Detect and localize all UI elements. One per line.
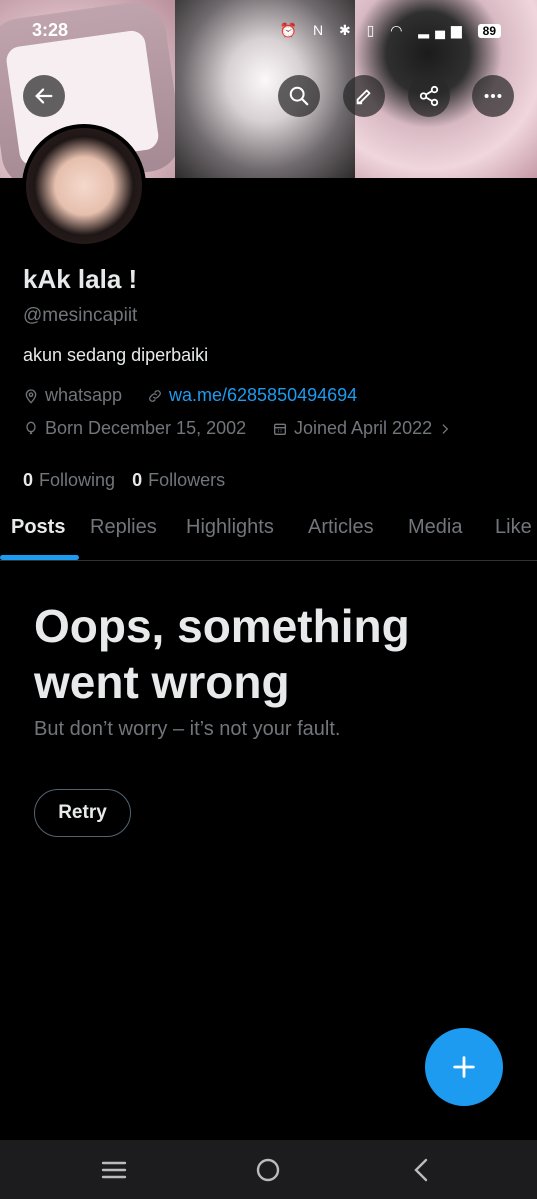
compose-button[interactable] [425,1028,503,1106]
back-button[interactable] [23,75,65,117]
edit-button[interactable] [343,75,385,117]
location-row: whatsapp [23,385,122,406]
error-subtitle: But don’t worry – it’s not your fault. [34,718,341,740]
followers-label: Followers [148,470,226,490]
profile-tabs: Posts Replies Highlights Articles Media … [0,500,537,561]
calendar-icon [274,423,286,435]
tab-articles[interactable]: Articles [308,516,374,539]
following-label: Following [39,470,116,490]
birthday-text: Born December 15, 2002 [45,418,247,438]
status-time: 3:28 [32,20,69,40]
plus-icon [453,1056,475,1078]
link-icon [149,389,161,402]
following-link[interactable]: 0 Following [23,470,115,490]
back-nav-button[interactable] [406,1154,438,1186]
chevron-right-icon [442,423,449,434]
error-title: Oops, something went wrong [34,600,410,708]
share-icon [419,85,439,107]
active-tab-indicator [0,555,79,560]
share-button[interactable] [408,75,450,117]
home-button[interactable] [252,1154,284,1186]
profile-handle: @mesincapiit [23,305,138,326]
profile-link[interactable]: wa.me/6285850494694 [169,385,357,406]
tab-replies[interactable]: Replies [90,516,157,539]
joined-row[interactable]: Joined April 2022 [272,418,452,439]
more-button[interactable] [472,75,514,117]
status-icons: ⏰ N ✱ ▯ ◠ ▂▄▆ 89 [280,22,501,39]
follow-stats: 0 Following 0 Followers [23,470,225,491]
retry-button[interactable]: Retry [34,789,131,837]
tab-highlights[interactable]: Highlights [186,516,274,539]
search-button[interactable] [278,75,320,117]
avatar[interactable] [22,124,146,248]
profile-name: kAk lala ! [23,264,138,294]
system-nav-bar [0,1140,537,1199]
battery-level: 89 [477,24,501,38]
followers-link[interactable]: 0 Followers [132,470,225,490]
recents-icon [101,1161,127,1179]
location-text: whatsapp [45,385,123,405]
search-icon [289,86,309,106]
recents-button[interactable] [98,1154,130,1186]
balloon-icon [26,421,36,434]
tab-media[interactable]: Media [408,516,462,539]
following-count: 0 [23,470,34,490]
joined-text: Joined April 2022 [294,418,433,438]
profile-bio: akun sedang diperbaiki [23,345,209,365]
home-icon [256,1158,280,1182]
arrow-left-icon [35,88,53,104]
back-icon [414,1158,428,1182]
location-pin-icon [25,388,37,404]
edit-icon [356,89,371,105]
link-row[interactable]: wa.me/6285850494694 [147,385,357,406]
birthday-row: Born December 15, 2002 [23,418,246,439]
followers-count: 0 [132,470,143,490]
status-bar: 3:28 ⏰ N ✱ ▯ ◠ ▂▄▆ 89 [0,0,537,44]
more-icon [484,93,502,99]
tab-posts[interactable]: Posts [11,516,65,539]
tab-likes[interactable]: Like [495,516,532,539]
